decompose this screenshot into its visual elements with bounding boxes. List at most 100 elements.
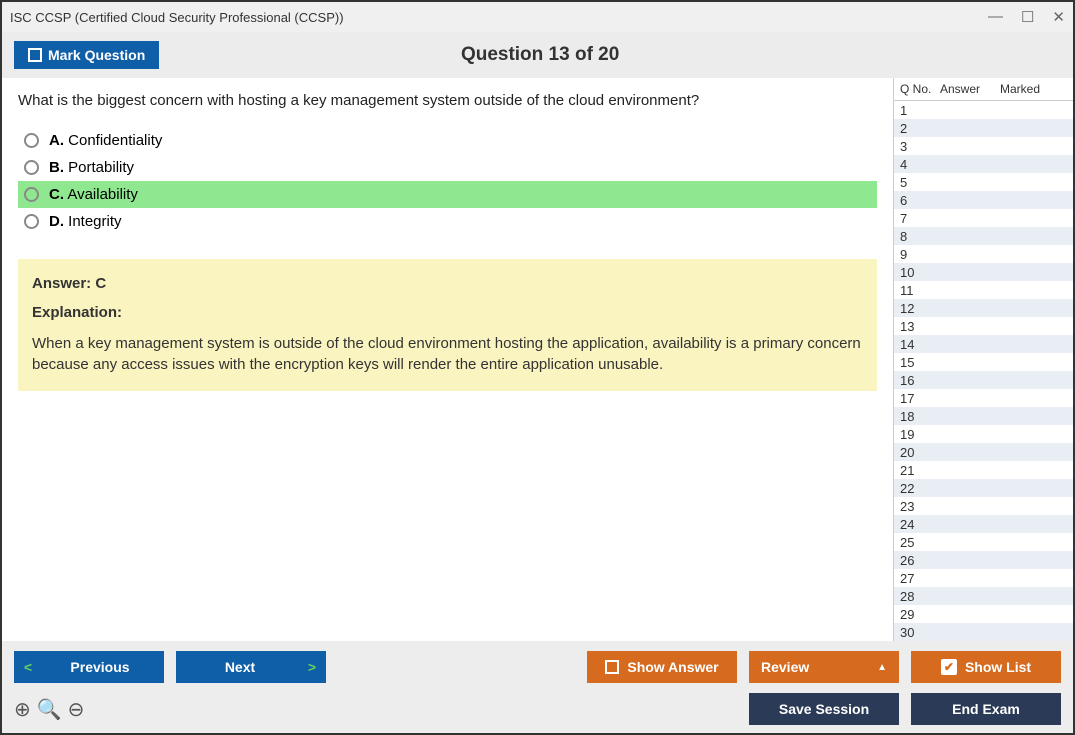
radio-icon[interactable] xyxy=(24,214,39,229)
question-counter: Question 13 of 20 xyxy=(159,44,921,66)
question-list-row[interactable]: 9 xyxy=(894,245,1073,263)
question-list-row[interactable]: 26 xyxy=(894,551,1073,569)
save-session-button[interactable]: Save Session xyxy=(749,693,899,725)
row-qno: 27 xyxy=(894,571,940,586)
question-list-row[interactable]: 14 xyxy=(894,335,1073,353)
row-qno: 9 xyxy=(894,247,940,262)
question-list-row[interactable]: 12 xyxy=(894,299,1073,317)
row-qno: 19 xyxy=(894,427,940,442)
question-list-row[interactable]: 15 xyxy=(894,353,1073,371)
show-list-button[interactable]: ✔ Show List xyxy=(911,651,1061,683)
footer-row-1: < Previous Next > Show Answer Review ▲ ✔… xyxy=(14,651,1061,683)
previous-button[interactable]: < Previous xyxy=(14,651,164,683)
choice-label: C. Availability xyxy=(49,186,138,203)
row-qno: 14 xyxy=(894,337,940,352)
question-list-row[interactable]: 30 xyxy=(894,623,1073,641)
row-qno: 7 xyxy=(894,211,940,226)
question-list-row[interactable]: 13 xyxy=(894,317,1073,335)
question-list-row[interactable]: 19 xyxy=(894,425,1073,443)
question-list-row[interactable]: 29 xyxy=(894,605,1073,623)
zoom-out-icon[interactable]: ⊖ xyxy=(68,697,85,722)
save-session-label: Save Session xyxy=(779,701,869,717)
question-list[interactable]: 1234567891011121314151617181920212223242… xyxy=(894,101,1073,641)
zoom-in-icon[interactable]: 🔍 xyxy=(37,697,62,722)
previous-label: Previous xyxy=(70,659,129,675)
row-qno: 5 xyxy=(894,175,940,190)
chevron-right-icon: > xyxy=(308,659,316,675)
question-list-row[interactable]: 7 xyxy=(894,209,1073,227)
row-qno: 23 xyxy=(894,499,940,514)
question-list-row[interactable]: 2 xyxy=(894,119,1073,137)
question-list-row[interactable]: 1 xyxy=(894,101,1073,119)
question-list-row[interactable]: 10 xyxy=(894,263,1073,281)
row-qno: 6 xyxy=(894,193,940,208)
choices-list: A. Confidentiality B. Portability C. Avail… xyxy=(18,127,877,235)
row-qno: 22 xyxy=(894,481,940,496)
window-title: ISC CCSP (Certified Cloud Security Profe… xyxy=(10,10,988,25)
question-list-header: Q No. Answer Marked xyxy=(894,78,1073,101)
mark-question-button[interactable]: Mark Question xyxy=(14,41,159,69)
row-qno: 1 xyxy=(894,103,940,118)
question-list-row[interactable]: 22 xyxy=(894,479,1073,497)
footer-row-2: ⊕ 🔍 ⊖ Save Session End Exam xyxy=(14,693,1061,725)
question-list-row[interactable]: 4 xyxy=(894,155,1073,173)
next-label: Next xyxy=(225,659,255,675)
choice-c[interactable]: C. Availability xyxy=(18,181,877,208)
question-list-row[interactable]: 11 xyxy=(894,281,1073,299)
question-list-row[interactable]: 16 xyxy=(894,371,1073,389)
col-qno: Q No. xyxy=(894,82,940,96)
question-list-row[interactable]: 25 xyxy=(894,533,1073,551)
end-exam-button[interactable]: End Exam xyxy=(911,693,1061,725)
choice-label: B. Portability xyxy=(49,159,134,176)
question-list-row[interactable]: 3 xyxy=(894,137,1073,155)
question-list-row[interactable]: 27 xyxy=(894,569,1073,587)
review-button[interactable]: Review ▲ xyxy=(749,651,899,683)
minimize-icon[interactable]: — xyxy=(988,8,1003,26)
row-qno: 15 xyxy=(894,355,940,370)
question-list-row[interactable]: 28 xyxy=(894,587,1073,605)
review-label: Review xyxy=(761,659,809,675)
chevron-left-icon: < xyxy=(24,659,32,675)
row-qno: 12 xyxy=(894,301,940,316)
radio-icon[interactable] xyxy=(24,187,39,202)
row-qno: 29 xyxy=(894,607,940,622)
row-qno: 21 xyxy=(894,463,940,478)
answer-panel: Answer: C Explanation: When a key manage… xyxy=(18,259,877,391)
col-answer: Answer xyxy=(940,82,1000,96)
choice-b[interactable]: B. Portability xyxy=(18,154,877,181)
question-content: What is the biggest concern with hosting… xyxy=(2,78,893,641)
explanation-label: Explanation: xyxy=(32,304,863,321)
close-icon[interactable]: ✕ xyxy=(1052,8,1065,26)
question-text: What is the biggest concern with hosting… xyxy=(18,92,877,109)
maximize-icon[interactable]: ☐ xyxy=(1021,8,1034,26)
main-area: What is the biggest concern with hosting… xyxy=(2,78,1073,641)
row-qno: 25 xyxy=(894,535,940,550)
row-qno: 18 xyxy=(894,409,940,424)
question-list-row[interactable]: 17 xyxy=(894,389,1073,407)
answer-line: Answer: C xyxy=(32,275,863,292)
question-list-row[interactable]: 5 xyxy=(894,173,1073,191)
row-qno: 13 xyxy=(894,319,940,334)
footer: < Previous Next > Show Answer Review ▲ ✔… xyxy=(2,641,1073,733)
row-qno: 2 xyxy=(894,121,940,136)
next-button[interactable]: Next > xyxy=(176,651,326,683)
choice-a[interactable]: A. Confidentiality xyxy=(18,127,877,154)
question-list-row[interactable]: 21 xyxy=(894,461,1073,479)
show-answer-button[interactable]: Show Answer xyxy=(587,651,737,683)
row-qno: 20 xyxy=(894,445,940,460)
radio-icon[interactable] xyxy=(24,160,39,175)
question-list-row[interactable]: 20 xyxy=(894,443,1073,461)
question-list-row[interactable]: 8 xyxy=(894,227,1073,245)
question-list-row[interactable]: 6 xyxy=(894,191,1073,209)
radio-icon[interactable] xyxy=(24,133,39,148)
question-list-row[interactable]: 23 xyxy=(894,497,1073,515)
row-qno: 30 xyxy=(894,625,940,640)
zoom-reset-icon[interactable]: ⊕ xyxy=(14,697,31,722)
row-qno: 8 xyxy=(894,229,940,244)
question-list-row[interactable]: 24 xyxy=(894,515,1073,533)
row-qno: 28 xyxy=(894,589,940,604)
question-list-row[interactable]: 18 xyxy=(894,407,1073,425)
app-window: ISC CCSP (Certified Cloud Security Profe… xyxy=(0,0,1075,735)
choice-d[interactable]: D. Integrity xyxy=(18,208,877,235)
row-qno: 17 xyxy=(894,391,940,406)
